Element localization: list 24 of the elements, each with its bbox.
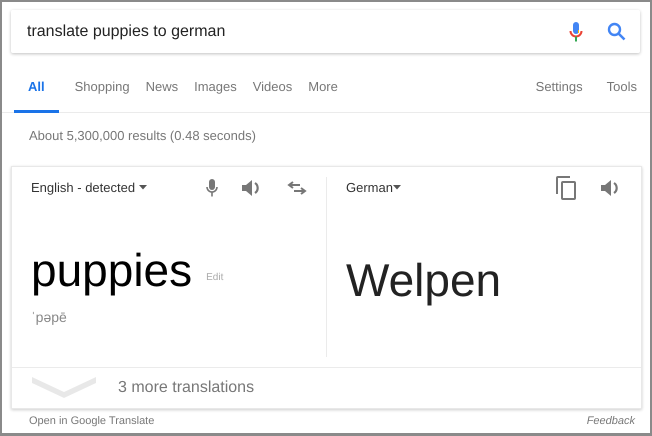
- caret-icon[interactable]: [139, 185, 148, 190]
- nav-tab[interactable]: News: [146, 72, 178, 113]
- microphone-icon[interactable]: [206, 178, 218, 196]
- settings-link[interactable]: Settings: [536, 72, 583, 113]
- search-icon[interactable]: [607, 22, 626, 41]
- target-language-dropdown[interactable]: German: [346, 178, 393, 198]
- nav-tab[interactable]: More: [308, 72, 338, 113]
- source-language-dropdown[interactable]: English - detected: [31, 178, 136, 198]
- microphone-icon[interactable]: [569, 20, 583, 42]
- tools-link[interactable]: Tools: [606, 72, 637, 113]
- copy-icon[interactable]: [556, 176, 577, 200]
- open-in-translate-link[interactable]: Open in Google Translate: [29, 412, 154, 429]
- more-translations-link[interactable]: 3 more translations: [118, 376, 254, 400]
- caret-icon[interactable]: [392, 185, 401, 190]
- swap-icon[interactable]: [287, 180, 307, 194]
- nav-tab[interactable]: All: [14, 72, 59, 113]
- nav-tab[interactable]: Shopping: [74, 72, 130, 113]
- result-stats: About 5,300,000 results (0.48 seconds): [29, 127, 257, 145]
- nav-tab[interactable]: Images: [194, 72, 237, 113]
- nav-tab[interactable]: Videos: [252, 72, 292, 113]
- feedback-link[interactable]: Feedback: [586, 412, 635, 429]
- phonetic-text: ˈpəpē: [31, 308, 68, 327]
- search-field[interactable]: translate puppies to german: [27, 20, 569, 44]
- edit-link[interactable]: Edit: [206, 270, 224, 284]
